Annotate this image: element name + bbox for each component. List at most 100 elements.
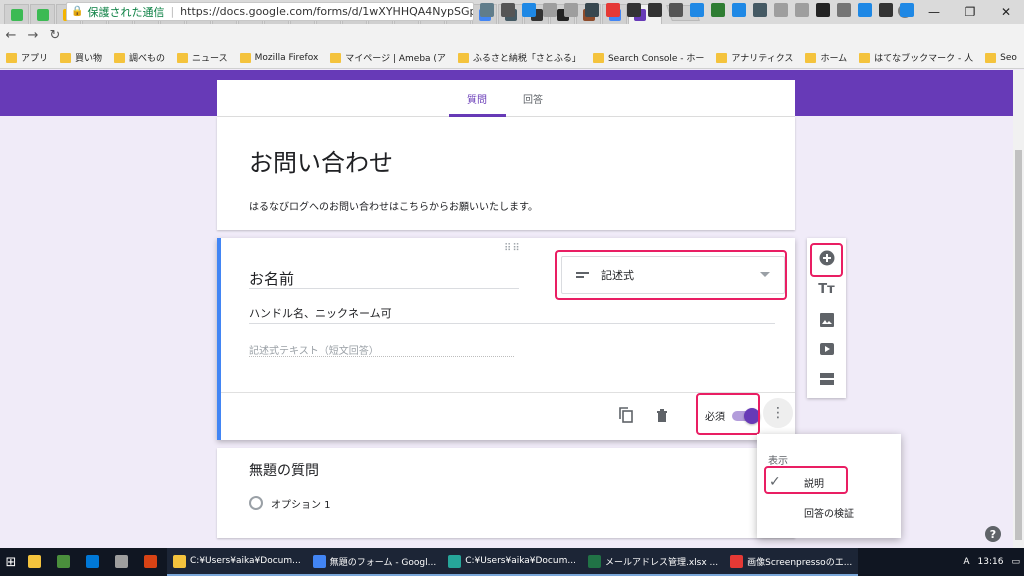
- clock[interactable]: 13:16: [978, 557, 1004, 567]
- browser-tab[interactable]: [4, 4, 29, 24]
- app-icon: [448, 554, 462, 568]
- ime-indicator[interactable]: A: [963, 557, 969, 567]
- bookmark-item[interactable]: アプリ: [6, 51, 48, 64]
- description-underline: [249, 323, 775, 324]
- taskbar-pinned-icon[interactable]: [22, 548, 51, 576]
- delete-icon[interactable]: [653, 406, 671, 424]
- extension-icon[interactable]: [774, 3, 788, 17]
- taskbar-pinned-icon[interactable]: [138, 548, 167, 576]
- minimize-button[interactable]: —: [916, 0, 952, 24]
- duplicate-icon[interactable]: [617, 406, 635, 424]
- option-label[interactable]: オプション 1: [271, 496, 331, 511]
- extension-icon[interactable]: [711, 3, 725, 17]
- app-icon: [57, 554, 70, 568]
- page-scrollbar[interactable]: [1013, 70, 1024, 548]
- reload-button[interactable]: ↻: [44, 28, 66, 43]
- extension-icon[interactable]: [795, 3, 809, 17]
- bookmark-icon: [592, 52, 604, 63]
- extension-icon[interactable]: [837, 3, 851, 17]
- forward-button[interactable]: →: [22, 28, 44, 43]
- bookmark-item[interactable]: ホーム: [805, 51, 847, 64]
- taskbar-pinned-icon[interactable]: [80, 548, 109, 576]
- extension-icon[interactable]: [648, 3, 662, 17]
- taskbar-pinned-icon[interactable]: [51, 548, 80, 576]
- taskbar-app[interactable]: メールアドレス管理.xlsx ...: [581, 548, 725, 576]
- bookmark-item[interactable]: マイページ | Ameba (ア: [330, 51, 446, 64]
- app-icon: [144, 554, 157, 568]
- bookmark-icon: [239, 52, 251, 63]
- menu-item-validation[interactable]: 回答の検証: [804, 505, 854, 520]
- form-title[interactable]: お問い合わせ: [249, 143, 393, 178]
- tab-questions[interactable]: 質問: [467, 91, 487, 106]
- taskbar-pinned-icon[interactable]: [109, 548, 138, 576]
- bookmarks-bar: アプリ 買い物 調べもの ニュース Mozilla Firefox マイページ | Ame…: [0, 47, 1024, 69]
- extension-icon[interactable]: [690, 3, 704, 17]
- app-icon: [115, 554, 128, 568]
- bookmark-item[interactable]: はてなブックマーク - 人: [859, 51, 973, 64]
- question-title[interactable]: お名前: [249, 268, 294, 289]
- windows-start-icon[interactable]: ⊞: [0, 548, 22, 576]
- scrollbar-thumb[interactable]: [1015, 150, 1022, 540]
- restore-button[interactable]: ❐: [952, 0, 988, 24]
- more-options-icon[interactable]: ⋮: [763, 398, 793, 428]
- extension-icon[interactable]: [585, 3, 599, 17]
- close-window-button[interactable]: ✕: [988, 0, 1024, 24]
- browser-tab[interactable]: [30, 4, 55, 24]
- notification-icon[interactable]: ▭: [1011, 557, 1020, 567]
- add-section-icon[interactable]: [807, 365, 846, 393]
- bookmark-item[interactable]: ふるさと納税「さとふる」: [457, 51, 581, 64]
- form-description[interactable]: はるなびログへのお問い合わせはこちらからお願いいたします。: [249, 198, 538, 213]
- extension-icon[interactable]: [480, 3, 494, 17]
- bookmark-item[interactable]: 調べもの: [114, 51, 165, 64]
- add-image-icon[interactable]: [807, 306, 846, 334]
- bookmark-item[interactable]: Seo: [985, 52, 1017, 63]
- taskbar-app[interactable]: 無題のフォーム - Googl...: [306, 548, 443, 576]
- taskbar-app-label: 画像Screenpressoのエ...: [747, 557, 853, 568]
- app-icon: [173, 554, 186, 568]
- extension-icon[interactable]: [564, 3, 578, 17]
- hatena-icon: [36, 8, 49, 21]
- address-bar[interactable]: 🔒 保護された通信 | https://docs.google.com/form…: [66, 2, 474, 21]
- extension-icon[interactable]: [858, 3, 872, 17]
- form-header-card: お問い合わせ はるなびログへのお問い合わせはこちらからお願いいたします。: [217, 117, 795, 230]
- extension-icon[interactable]: [816, 3, 830, 17]
- bookmark-label: ふるさと納税「さとふる」: [472, 54, 581, 64]
- question-title-2[interactable]: 無題の質問: [249, 460, 319, 480]
- extension-icon[interactable]: [627, 3, 641, 17]
- taskbar-app-label: 無題のフォーム - Googl...: [329, 557, 437, 568]
- bookmark-icon: [6, 52, 17, 63]
- extension-icon[interactable]: [543, 3, 557, 17]
- extension-icon[interactable]: [732, 3, 746, 17]
- bookmark-icon: [805, 52, 817, 63]
- lock-icon: 🔒: [71, 6, 84, 17]
- extension-icon[interactable]: [606, 3, 620, 17]
- bookmark-item[interactable]: アナリティクス: [716, 51, 793, 64]
- highlight-box-description: [764, 466, 848, 494]
- taskbar-app[interactable]: C:¥Users¥aika¥Docum...: [442, 548, 582, 576]
- question-card[interactable]: 無題の質問 オプション 1: [217, 448, 795, 538]
- bookmark-item[interactable]: Search Console - ホー: [592, 51, 704, 64]
- bookmark-item[interactable]: ニュース: [177, 51, 228, 64]
- back-button[interactable]: ←: [0, 28, 22, 43]
- question-card-active[interactable]: ⠿⠿ お名前 ハンドル名、ニックネーム可 記述式テキスト（短文回答） 記述式 必…: [217, 238, 795, 440]
- add-title-icon[interactable]: Tт: [807, 275, 846, 303]
- extension-icon[interactable]: [669, 3, 683, 17]
- taskbar-app[interactable]: C:¥Users¥aika¥Docum...: [167, 548, 307, 576]
- answer-underline: [249, 356, 514, 357]
- taskbar-app[interactable]: 画像Screenpressoのエ...: [724, 548, 859, 576]
- extension-icon[interactable]: [522, 3, 536, 17]
- taskbar-app-label: メールアドレス管理.xlsx ...: [604, 557, 719, 568]
- bookmark-item[interactable]: Mozilla Firefox: [239, 52, 318, 63]
- address-separator: |: [170, 5, 175, 18]
- bookmark-item[interactable]: 買い物: [60, 51, 102, 64]
- drag-handle-icon[interactable]: ⠿⠿: [504, 243, 521, 254]
- extension-icon[interactable]: [900, 3, 914, 17]
- help-icon[interactable]: ?: [985, 526, 1001, 542]
- question-description[interactable]: ハンドル名、ニックネーム可: [249, 305, 392, 321]
- tab-responses[interactable]: 回答: [523, 91, 543, 106]
- extension-icon[interactable]: [753, 3, 767, 17]
- extension-icon[interactable]: [879, 3, 893, 17]
- taskbar-app-label: C:¥Users¥aika¥Docum...: [190, 556, 301, 566]
- extension-icon[interactable]: [501, 3, 515, 17]
- add-video-icon[interactable]: [807, 335, 846, 363]
